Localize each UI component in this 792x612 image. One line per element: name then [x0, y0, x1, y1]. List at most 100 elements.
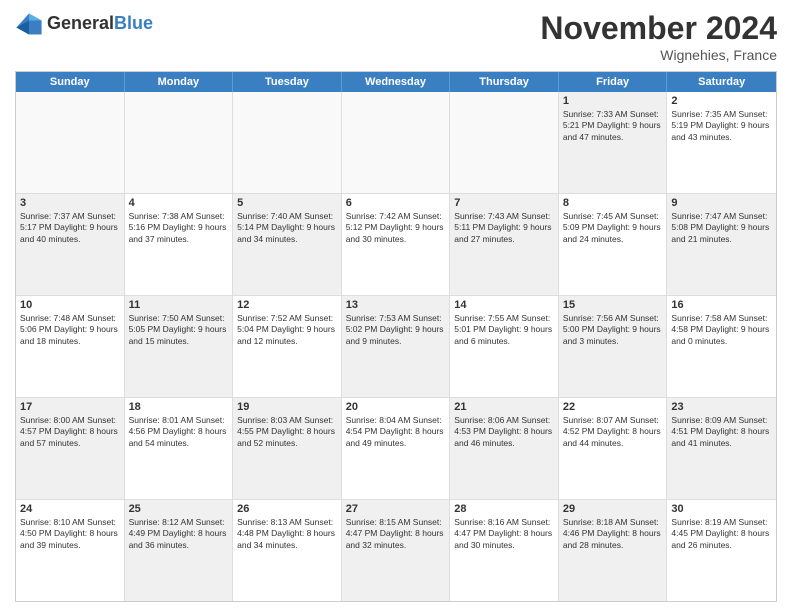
calendar-body: 1 Sunrise: 7:33 AM Sunset: 5:21 PM Daylig…: [16, 92, 776, 601]
day-number-4-6: 30: [671, 503, 772, 515]
day-info-1-0: Sunrise: 7:37 AM Sunset: 5:17 PM Dayligh…: [20, 211, 120, 245]
cal-cell-1-0: 3Sunrise: 7:37 AM Sunset: 5:17 PM Daylig…: [16, 194, 125, 295]
calendar: Sunday Monday Tuesday Wednesday Thursday…: [15, 71, 777, 602]
day-number-4-1: 25: [129, 503, 229, 515]
weekday-saturday: Saturday: [667, 72, 776, 92]
day-number-2-2: 12: [237, 299, 337, 311]
calendar-header: Sunday Monday Tuesday Wednesday Thursday…: [16, 72, 776, 92]
weekday-tuesday: Tuesday: [233, 72, 342, 92]
cal-cell-4-6: 30 Sunrise: 8:19 AM Sunset: 4:45 PM Dayli…: [667, 500, 776, 601]
day-number-2-1: 11: [129, 299, 229, 311]
day-info-1-6: Sunrise: 7:47 AM Sunset: 5:08 PM Dayligh…: [671, 211, 772, 245]
cal-cell-1-4: 7 Sunrise: 7:43 AM Sunset: 5:11 PM Daylig…: [450, 194, 559, 295]
day-number-2-6: 16: [671, 299, 772, 311]
cal-cell-0-4: [450, 92, 559, 193]
cal-cell-1-5: 8 Sunrise: 7:45 AM Sunset: 5:09 PM Daylig…: [559, 194, 668, 295]
cal-cell-4-1: 25 Sunrise: 8:12 AM Sunset: 4:49 PM Dayli…: [125, 500, 234, 601]
cal-cell-0-0: [16, 92, 125, 193]
day-number-1-5: 8: [563, 197, 663, 209]
day-info-4-1: Sunrise: 8:12 AM Sunset: 4:49 PM Dayligh…: [129, 517, 229, 551]
page: GeneralBlue November 2024 Wignehies, Fra…: [0, 0, 792, 612]
cal-cell-4-4: 28 Sunrise: 8:16 AM Sunset: 4:47 PM Dayli…: [450, 500, 559, 601]
weekday-sunday: Sunday: [16, 72, 125, 92]
logo-general: General: [47, 13, 114, 33]
day-number-3-6: 23: [671, 401, 772, 413]
day-number-1-1: 4: [129, 197, 229, 209]
cal-cell-4-3: 27 Sunrise: 8:15 AM Sunset: 4:47 PM Dayli…: [342, 500, 451, 601]
day-number-2-5: 15: [563, 299, 663, 311]
day-number-4-3: 27: [346, 503, 446, 515]
day-info-1-4: Sunrise: 7:43 AM Sunset: 5:11 PM Dayligh…: [454, 211, 554, 245]
day-info-4-3: Sunrise: 8:15 AM Sunset: 4:47 PM Dayligh…: [346, 517, 446, 551]
cal-cell-3-6: 23 Sunrise: 8:09 AM Sunset: 4:51 PM Dayli…: [667, 398, 776, 499]
cal-cell-3-4: 21Sunrise: 8:06 AM Sunset: 4:53 PM Dayli…: [450, 398, 559, 499]
day-info-0-6: Sunrise: 7:35 AM Sunset: 5:19 PM Dayligh…: [671, 109, 772, 143]
day-info-3-6: Sunrise: 8:09 AM Sunset: 4:51 PM Dayligh…: [671, 415, 772, 449]
day-number-1-3: 6: [346, 197, 446, 209]
weekday-friday: Friday: [559, 72, 668, 92]
cal-cell-3-3: 20 Sunrise: 8:04 AM Sunset: 4:54 PM Dayli…: [342, 398, 451, 499]
day-info-2-1: Sunrise: 7:50 AM Sunset: 5:05 PM Dayligh…: [129, 313, 229, 347]
cal-cell-0-1: [125, 92, 234, 193]
day-info-2-2: Sunrise: 7:52 AM Sunset: 5:04 PM Dayligh…: [237, 313, 337, 347]
cal-cell-2-3: 13Sunrise: 7:53 AM Sunset: 5:02 PM Dayli…: [342, 296, 451, 397]
day-number-2-0: 10: [20, 299, 120, 311]
cal-cell-0-2: [233, 92, 342, 193]
day-number-1-4: 7: [454, 197, 554, 209]
day-info-1-1: Sunrise: 7:38 AM Sunset: 5:16 PM Dayligh…: [129, 211, 229, 245]
weekday-thursday: Thursday: [450, 72, 559, 92]
cal-cell-3-0: 17 Sunrise: 8:00 AM Sunset: 4:57 PM Dayli…: [16, 398, 125, 499]
day-number-3-0: 17: [20, 401, 120, 413]
weekday-wednesday: Wednesday: [342, 72, 451, 92]
day-info-2-0: Sunrise: 7:48 AM Sunset: 5:06 PM Dayligh…: [20, 313, 120, 347]
cal-cell-1-3: 6 Sunrise: 7:42 AM Sunset: 5:12 PM Daylig…: [342, 194, 451, 295]
cal-cell-2-0: 10 Sunrise: 7:48 AM Sunset: 5:06 PM Dayli…: [16, 296, 125, 397]
logo-text: GeneralBlue: [47, 14, 153, 34]
cal-cell-3-1: 18Sunrise: 8:01 AM Sunset: 4:56 PM Dayli…: [125, 398, 234, 499]
logo-blue: Blue: [114, 13, 153, 33]
day-info-3-2: Sunrise: 8:03 AM Sunset: 4:55 PM Dayligh…: [237, 415, 337, 449]
day-number-1-6: 9: [671, 197, 772, 209]
day-info-3-5: Sunrise: 8:07 AM Sunset: 4:52 PM Dayligh…: [563, 415, 663, 449]
day-info-3-0: Sunrise: 8:00 AM Sunset: 4:57 PM Dayligh…: [20, 415, 120, 449]
day-info-4-0: Sunrise: 8:10 AM Sunset: 4:50 PM Dayligh…: [20, 517, 120, 551]
cal-cell-3-5: 22 Sunrise: 8:07 AM Sunset: 4:52 PM Dayli…: [559, 398, 668, 499]
day-number-3-3: 20: [346, 401, 446, 413]
cal-cell-2-5: 15 Sunrise: 7:56 AM Sunset: 5:00 PM Dayli…: [559, 296, 668, 397]
day-number-4-4: 28: [454, 503, 554, 515]
day-info-1-2: Sunrise: 7:40 AM Sunset: 5:14 PM Dayligh…: [237, 211, 337, 245]
day-info-2-4: Sunrise: 7:55 AM Sunset: 5:01 PM Dayligh…: [454, 313, 554, 347]
day-info-1-3: Sunrise: 7:42 AM Sunset: 5:12 PM Dayligh…: [346, 211, 446, 245]
day-info-1-5: Sunrise: 7:45 AM Sunset: 5:09 PM Dayligh…: [563, 211, 663, 245]
cal-row-4: 24Sunrise: 8:10 AM Sunset: 4:50 PM Dayli…: [16, 500, 776, 601]
location-title: Wignehies, France: [540, 47, 777, 63]
cal-cell-2-6: 16 Sunrise: 7:58 AM Sunset: 4:58 PM Dayli…: [667, 296, 776, 397]
title-block: November 2024 Wignehies, France: [540, 10, 777, 63]
cal-cell-4-5: 29Sunrise: 8:18 AM Sunset: 4:46 PM Dayli…: [559, 500, 668, 601]
day-number-3-2: 19: [237, 401, 337, 413]
cal-cell-1-1: 4 Sunrise: 7:38 AM Sunset: 5:16 PM Daylig…: [125, 194, 234, 295]
day-number-3-1: 18: [129, 401, 229, 413]
cal-cell-4-2: 26Sunrise: 8:13 AM Sunset: 4:48 PM Dayli…: [233, 500, 342, 601]
cal-cell-0-6: 2 Sunrise: 7:35 AM Sunset: 5:19 PM Daylig…: [667, 92, 776, 193]
day-number-3-5: 22: [563, 401, 663, 413]
day-info-0-5: Sunrise: 7:33 AM Sunset: 5:21 PM Dayligh…: [563, 109, 663, 143]
cal-cell-4-0: 24Sunrise: 8:10 AM Sunset: 4:50 PM Dayli…: [16, 500, 125, 601]
day-number-1-2: 5: [237, 197, 337, 209]
day-number-0-6: 2: [671, 95, 772, 107]
day-number-0-5: 1: [563, 95, 663, 107]
day-number-4-2: 26: [237, 503, 337, 515]
day-info-3-3: Sunrise: 8:04 AM Sunset: 4:54 PM Dayligh…: [346, 415, 446, 449]
day-info-2-5: Sunrise: 7:56 AM Sunset: 5:00 PM Dayligh…: [563, 313, 663, 347]
day-info-4-4: Sunrise: 8:16 AM Sunset: 4:47 PM Dayligh…: [454, 517, 554, 551]
logo-icon: [15, 10, 43, 38]
cal-cell-3-2: 19 Sunrise: 8:03 AM Sunset: 4:55 PM Dayli…: [233, 398, 342, 499]
cal-cell-1-6: 9 Sunrise: 7:47 AM Sunset: 5:08 PM Daylig…: [667, 194, 776, 295]
day-info-2-3: Sunrise: 7:53 AM Sunset: 5:02 PM Dayligh…: [346, 313, 446, 347]
cal-cell-2-1: 11 Sunrise: 7:50 AM Sunset: 5:05 PM Dayli…: [125, 296, 234, 397]
cal-cell-2-4: 14Sunrise: 7:55 AM Sunset: 5:01 PM Dayli…: [450, 296, 559, 397]
day-info-2-6: Sunrise: 7:58 AM Sunset: 4:58 PM Dayligh…: [671, 313, 772, 347]
cal-cell-2-2: 12 Sunrise: 7:52 AM Sunset: 5:04 PM Dayli…: [233, 296, 342, 397]
day-info-4-6: Sunrise: 8:19 AM Sunset: 4:45 PM Dayligh…: [671, 517, 772, 551]
cal-cell-1-2: 5 Sunrise: 7:40 AM Sunset: 5:14 PM Daylig…: [233, 194, 342, 295]
